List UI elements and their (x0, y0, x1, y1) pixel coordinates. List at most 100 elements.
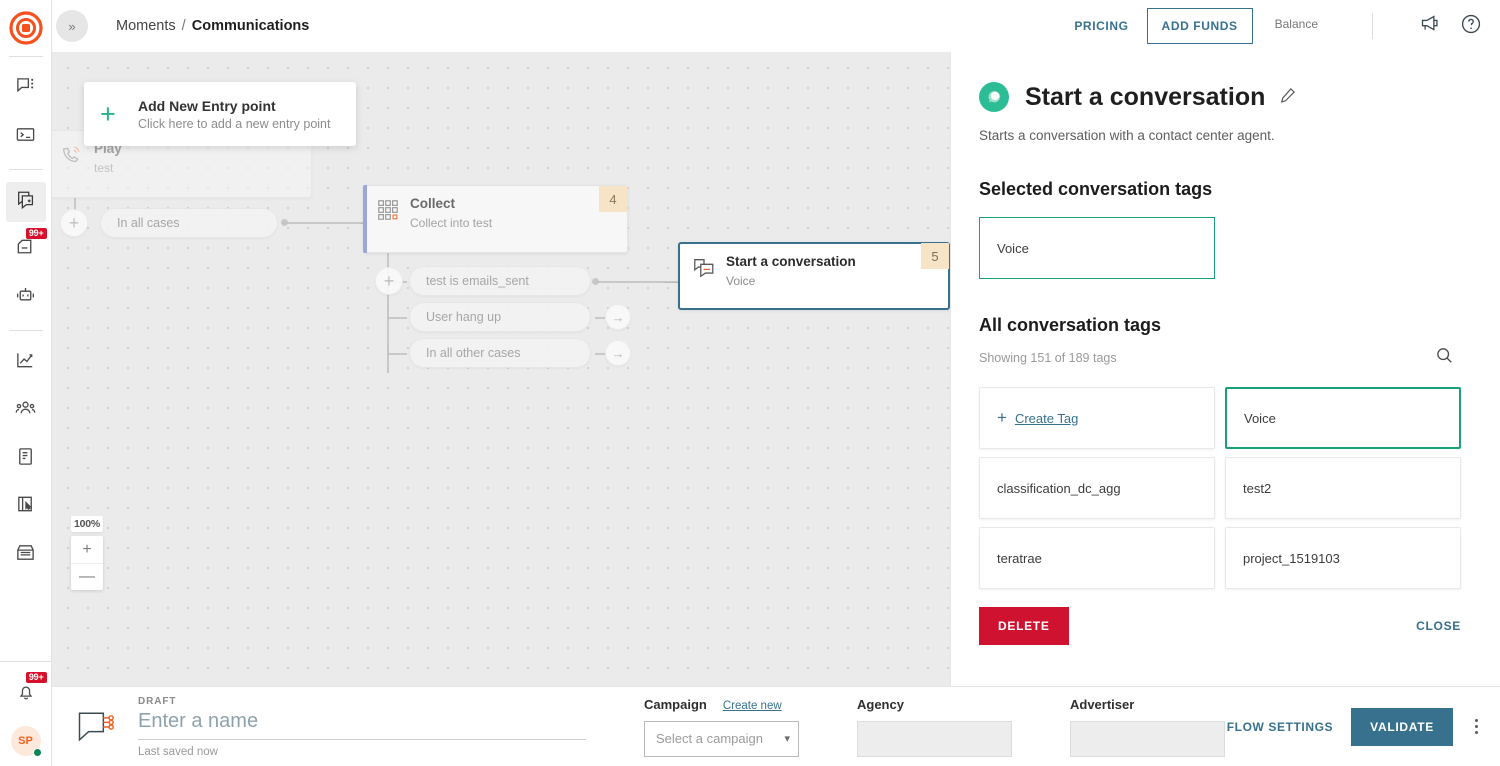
sidebar-item-docs[interactable] (6, 439, 46, 479)
kebab-dot (1475, 731, 1478, 734)
collect-node[interactable]: Collect Collect into test 4 (363, 185, 628, 253)
validate-button[interactable]: VALIDATE (1351, 708, 1453, 746)
rail-group-primary (6, 65, 46, 161)
more-vertical-icon[interactable] (1471, 715, 1482, 738)
notifications-badge: 99+ (26, 672, 47, 683)
add-funds-button[interactable]: ADD FUNDS (1147, 8, 1253, 44)
sidebar-item-panel[interactable] (6, 487, 46, 527)
notifications-button[interactable]: 99+ (6, 674, 46, 714)
flow-settings-button[interactable]: FLOW SETTINGS (1227, 720, 1333, 734)
plus-icon: + (997, 408, 1007, 428)
zoom-widget: 100% + — (71, 516, 103, 590)
sidebar-item-inbox[interactable]: 99+ (6, 230, 46, 270)
avatar[interactable]: SP (11, 726, 41, 756)
create-tag-button[interactable]: + Create Tag (979, 387, 1215, 449)
branch-goto-button-user-hang-up[interactable]: → (605, 304, 631, 330)
breadcrumb-current: Communications (192, 18, 310, 34)
bottom-bar: DRAFT Last saved now Campaign Create new… (52, 686, 1500, 766)
branch-label: In all other cases (426, 346, 521, 360)
add-branch-button-2[interactable]: + (375, 267, 403, 295)
selected-tag-voice[interactable]: Voice (979, 217, 1215, 279)
sidebar-item-bot[interactable] (6, 278, 46, 318)
add-entry-point-text: Add New Entry point Click here to add a … (138, 98, 330, 131)
edit-title-button[interactable] (1279, 86, 1297, 109)
people-icon (15, 398, 36, 424)
page-title: Start a conversation (1025, 83, 1265, 112)
sidebar-item-people[interactable] (6, 391, 46, 431)
balance-label: Balance (1275, 17, 1318, 31)
last-saved-text: Last saved now (138, 746, 586, 758)
advertiser-field: Advertiser (1070, 697, 1225, 757)
campaign-field: Campaign Create new Select a campaign ▾ (644, 697, 799, 757)
create-new-campaign-link[interactable]: Create new (723, 700, 782, 712)
branch-pill-in-all-cases[interactable]: In all cases (100, 208, 278, 238)
zoom-in-button[interactable]: + (71, 536, 103, 563)
collect-node-title: Collect (410, 196, 492, 212)
tag-cell-test2[interactable]: test2 (1225, 457, 1461, 519)
flow-canvas[interactable]: ⟶ ⟶ Play test (52, 52, 950, 686)
start-conversation-node-number: 5 (921, 243, 949, 269)
flows-icon (15, 189, 37, 216)
panel-actions: DELETE CLOSE (979, 607, 1461, 645)
flow-node-icon (74, 707, 120, 747)
double-chevron-right-icon: » (68, 19, 75, 34)
sidebar-item-flows[interactable] (6, 182, 46, 222)
breadcrumb-parent[interactable]: Moments (116, 18, 176, 34)
book-icon (15, 446, 36, 472)
plus-icon: + (100, 101, 126, 128)
zoom-controls: + — (71, 536, 103, 590)
top-divider (1372, 13, 1373, 39)
tag-cell-voice[interactable]: Voice (1225, 387, 1461, 449)
tag-label: project_1519103 (1243, 551, 1340, 566)
branch-pill-test-is-emails-sent[interactable]: test is emails_sent (409, 266, 591, 296)
start-conversation-node[interactable]: Start a conversation Voice 5 (678, 242, 950, 310)
sidebar-item-marketplace[interactable] (6, 535, 46, 575)
collect-node-text: Collect Collect into test (410, 196, 492, 230)
panel-header: Start a conversation (979, 82, 1454, 112)
app-root: 99+ (0, 0, 1500, 766)
app-logo-icon[interactable] (6, 8, 46, 48)
add-branch-button-1[interactable]: + (60, 209, 88, 237)
branch-pill-in-all-other-cases[interactable]: In all other cases (409, 338, 591, 368)
delete-button[interactable]: DELETE (979, 607, 1069, 645)
branch-label: In all cases (117, 216, 180, 230)
add-entry-point-card[interactable]: + Add New Entry point Click here to add … (84, 82, 356, 146)
campaign-label-row: Campaign Create new (644, 697, 799, 712)
sidebar-item-analytics[interactable] (6, 343, 46, 383)
branch-pill-user-hang-up[interactable]: User hang up (409, 302, 591, 332)
tag-label: classification_dc_agg (997, 481, 1121, 496)
announcements-button[interactable] (1419, 13, 1440, 39)
sidebar-item-conversations[interactable] (6, 69, 46, 109)
flow-name-input[interactable] (138, 707, 586, 740)
help-button[interactable] (1460, 13, 1482, 40)
connector-dot (592, 278, 599, 285)
collapse-sidebar-button[interactable]: » (56, 10, 88, 42)
bell-icon (16, 682, 36, 707)
zoom-out-button[interactable]: — (71, 563, 103, 590)
close-button[interactable]: CLOSE (1416, 619, 1461, 633)
branch-goto-button-in-all-other-cases[interactable]: → (605, 340, 631, 366)
campaign-select[interactable]: Select a campaign ▾ (644, 721, 799, 757)
agency-input[interactable] (857, 721, 1012, 757)
pricing-link[interactable]: PRICING (1074, 19, 1128, 33)
connector (387, 317, 407, 319)
campaign-select-value: Select a campaign (656, 731, 763, 746)
agency-field: Agency (857, 697, 1012, 757)
tag-cell-project-1519103[interactable]: project_1519103 (1225, 527, 1461, 589)
connector-dot (281, 219, 288, 226)
collect-node-head: Collect Collect into test (364, 186, 627, 240)
top-bar-actions: PRICING ADD FUNDS Balance (1074, 8, 1500, 44)
campaign-label: Campaign (644, 697, 707, 712)
search-tags-button[interactable] (1435, 346, 1454, 370)
selected-tags-heading: Selected conversation tags (979, 179, 1454, 200)
start-conversation-node-subtitle: Voice (726, 274, 856, 288)
kebab-dot (1475, 719, 1478, 722)
advertiser-input[interactable] (1070, 721, 1225, 757)
rail-group-tertiary (6, 339, 46, 579)
tag-cell-classification-dc-agg[interactable]: classification_dc_agg (979, 457, 1215, 519)
sidebar-item-terminal[interactable] (6, 117, 46, 157)
tag-cell-teratrae[interactable]: teratrae (979, 527, 1215, 589)
connector (387, 353, 407, 355)
conversations-icon (15, 76, 36, 102)
online-status-dot (33, 748, 42, 757)
